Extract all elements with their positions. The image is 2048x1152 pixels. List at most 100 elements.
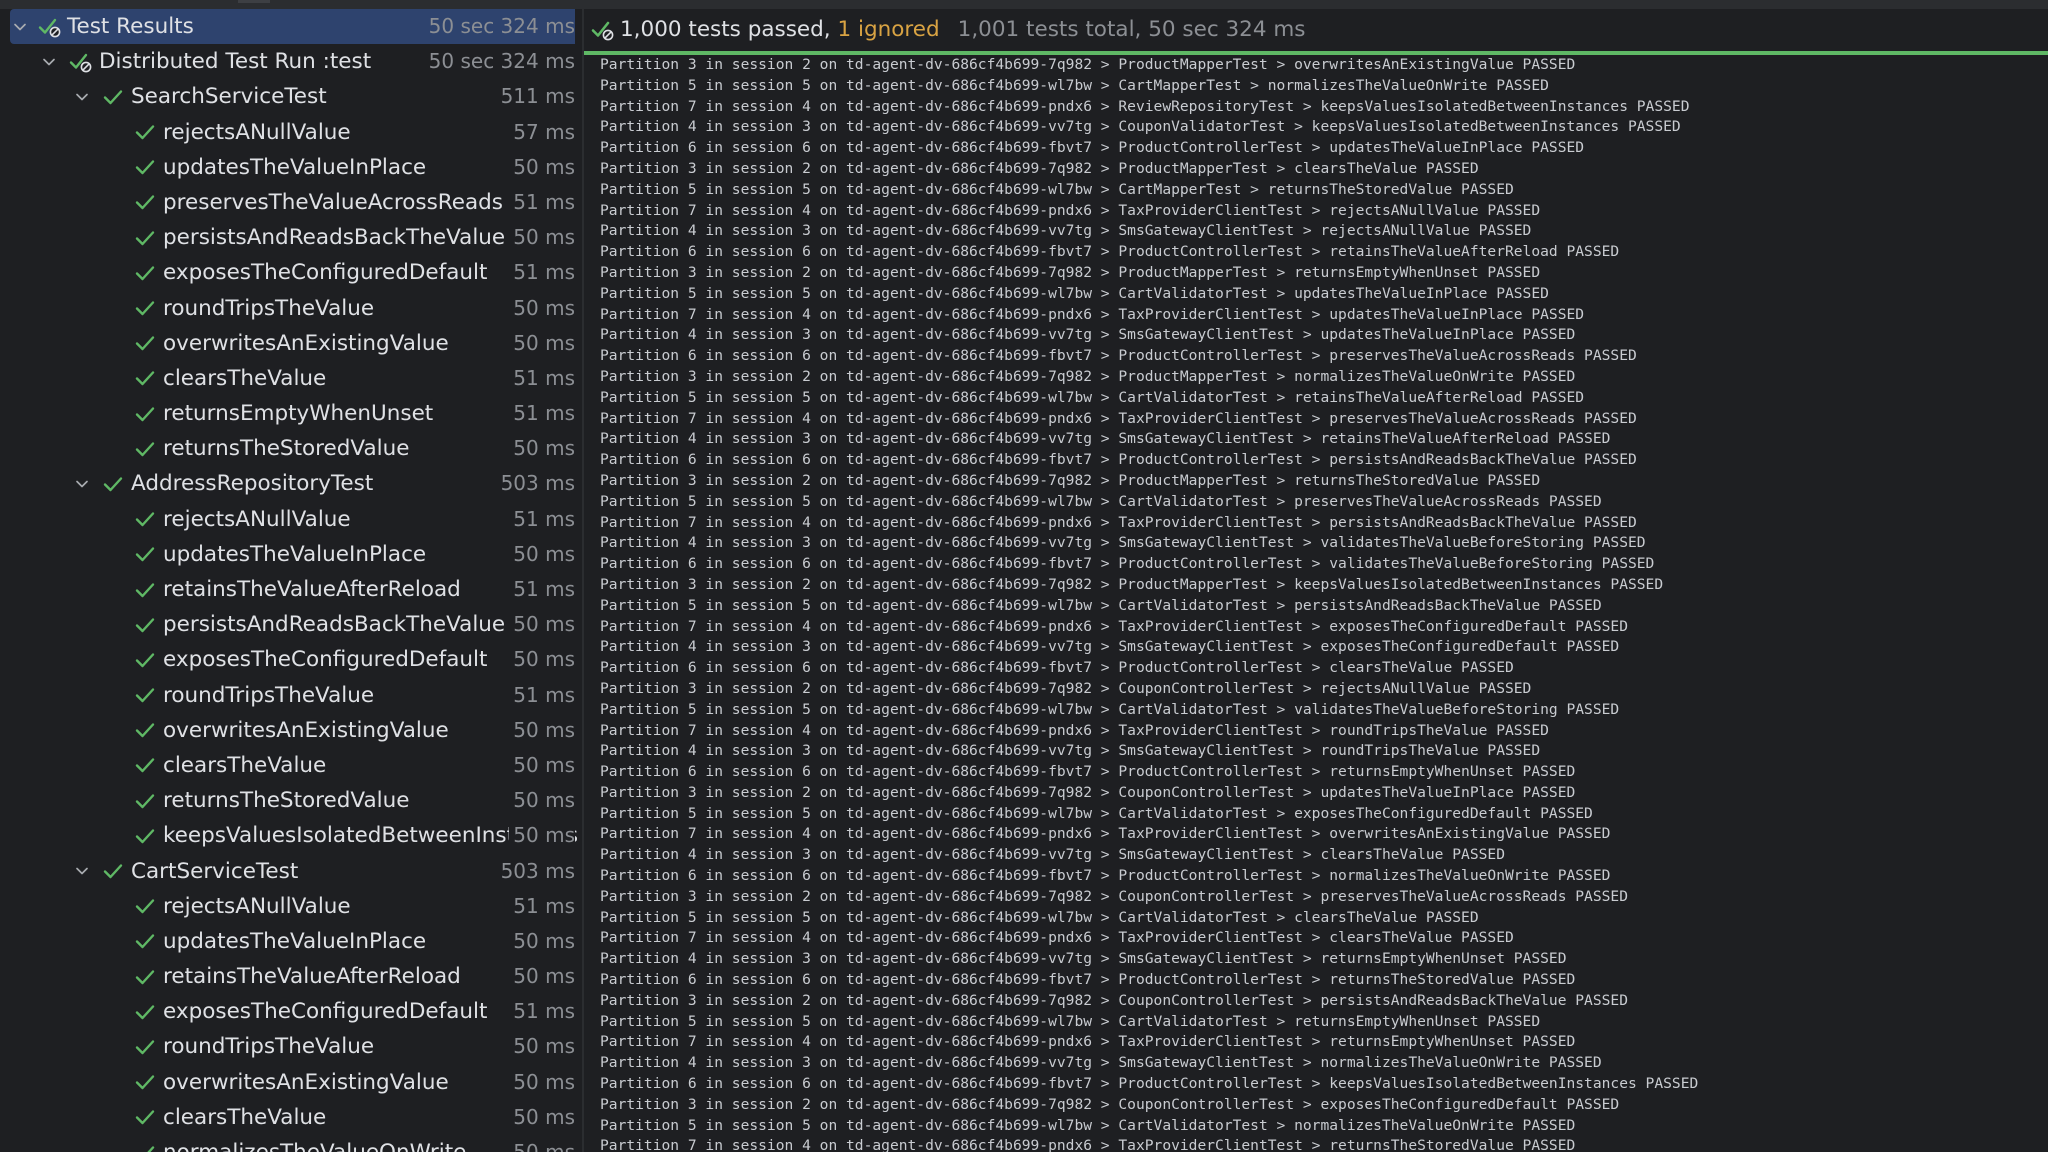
test-method-row[interactable]: clearsTheValue 50 ms <box>0 1099 582 1135</box>
test-method-row[interactable]: persistsAndReadsBackTheValue 50 ms <box>0 607 582 643</box>
test-duration: 51 ms <box>509 677 575 713</box>
test-method-row[interactable]: exposesTheConfiguredDefault 50 ms <box>0 642 582 678</box>
test-name: normalizesTheValueOnWrite <box>163 1135 466 1152</box>
console-line: Partition 4 in session 3 on td-agent-dv-… <box>600 1054 1602 1072</box>
test-class-row[interactable]: CartServiceTest 503 ms <box>0 853 582 889</box>
test-name: clearsTheValue <box>163 365 327 391</box>
tests-passed-count: 1,000 tests passed, <box>620 17 831 42</box>
test-duration: 50 ms <box>509 959 575 995</box>
console-line: Partition 3 in session 2 on td-agent-dv-… <box>600 56 1576 73</box>
test-method-row[interactable]: preservesTheValueAcrossReads 51 ms <box>0 184 582 220</box>
test-method-row[interactable]: updatesTheValueInPlace 50 ms <box>0 149 582 185</box>
test-duration: 50 ms <box>509 1135 575 1152</box>
passed-check-icon <box>132 924 158 959</box>
console-line: Partition 5 in session 5 on td-agent-dv-… <box>600 76 1549 94</box>
test-method-row[interactable]: normalizesTheValueOnWrite 50 ms <box>0 1135 582 1152</box>
test-duration: 50 ms <box>509 149 575 185</box>
test-name: rejectsANullValue <box>163 893 351 919</box>
test-method-row[interactable]: overwritesAnExistingValue 50 ms <box>0 325 582 361</box>
console-line: Partition 4 in session 3 on td-agent-dv-… <box>600 326 1576 344</box>
test-duration: 50 ms <box>509 325 575 361</box>
test-duration: 51 ms <box>509 396 575 432</box>
console-line: Partition 6 in session 6 on td-agent-dv-… <box>600 763 1576 781</box>
test-method-row[interactable]: clearsTheValue 50 ms <box>0 747 582 783</box>
test-method-row[interactable]: rejectsANullValue 57 ms <box>0 114 582 150</box>
test-duration: 50 ms <box>509 536 575 572</box>
test-method-row[interactable]: keepsValuesIsolatedBetweenInstances 50 ms <box>0 818 582 854</box>
test-name: rejectsANullValue <box>163 506 351 532</box>
console-line: Partition 6 in session 6 on td-agent-dv-… <box>600 243 1620 261</box>
console-line: Partition 3 in session 2 on td-agent-dv-… <box>600 679 1532 697</box>
console-line: Partition 7 in session 4 on td-agent-dv-… <box>600 1137 1576 1152</box>
test-method-row[interactable]: rejectsANullValue 51 ms <box>0 501 582 537</box>
test-method-row[interactable]: clearsTheValue 51 ms <box>0 360 582 396</box>
console-line: Partition 3 in session 2 on td-agent-dv-… <box>600 991 1628 1009</box>
passed-check-icon <box>132 642 158 677</box>
test-name: retainsTheValueAfterReload <box>163 964 461 990</box>
test-duration: 50 ms <box>509 818 575 854</box>
test-method-row[interactable]: returnsTheStoredValue 50 ms <box>0 431 582 467</box>
passed-check-icon <box>132 220 158 255</box>
test-duration: 50 ms <box>509 431 575 467</box>
test-method-row[interactable]: roundTripsTheValue 51 ms <box>0 677 582 713</box>
test-method-row[interactable]: returnsTheStoredValue 50 ms <box>0 783 582 819</box>
test-name: returnsEmptyWhenUnset <box>163 401 434 427</box>
passed-check-icon <box>100 466 126 501</box>
test-method-row[interactable]: retainsTheValueAfterReload 51 ms <box>0 572 582 607</box>
test-method-row[interactable]: roundTripsTheValue 50 ms <box>0 290 582 326</box>
console-line: Partition 7 in session 4 on td-agent-dv-… <box>600 201 1541 219</box>
test-duration: 50 ms <box>509 220 575 256</box>
test-class-row[interactable]: SearchServiceTest 511 ms <box>0 79 582 115</box>
test-duration: 503 ms <box>496 466 575 502</box>
test-duration: 50 ms <box>509 1029 575 1065</box>
test-method-row[interactable]: exposesTheConfiguredDefault 51 ms <box>0 994 582 1030</box>
test-method-row[interactable]: returnsEmptyWhenUnset 51 ms <box>0 396 582 432</box>
test-method-row[interactable]: overwritesAnExistingValue 50 ms <box>0 712 582 748</box>
test-name: Distributed Test Run :test <box>99 49 372 75</box>
test-name: updatesTheValueInPlace <box>163 154 427 180</box>
test-method-row[interactable]: persistsAndReadsBackTheValue 50 ms <box>0 220 582 256</box>
console-line: Partition 5 in session 5 on td-agent-dv-… <box>600 908 1479 926</box>
test-name: CartServiceTest <box>131 858 299 884</box>
test-results-tree[interactable]: Test Results 50 sec 324 ms Distributed Tes… <box>0 9 582 1152</box>
console-panel[interactable]: 1,000 tests passed, 1 ignored 1,001 tests… <box>584 9 2048 1152</box>
test-method-row[interactable]: updatesTheValueInPlace 50 ms <box>0 923 582 959</box>
test-suite-row[interactable]: Test Results 50 sec 324 ms <box>8 9 575 45</box>
test-name: exposesTheConfiguredDefault <box>163 999 488 1025</box>
test-method-row[interactable]: roundTripsTheValue 50 ms <box>0 1029 582 1065</box>
test-name: preservesTheValueAcrossReads <box>163 189 503 215</box>
console-line: Partition 6 in session 6 on td-agent-dv-… <box>600 867 1611 885</box>
top-tab-strip <box>0 0 2048 9</box>
passed-check-icon <box>132 115 158 150</box>
console-line: Partition 4 in session 3 on td-agent-dv-… <box>600 846 1505 864</box>
console-line: Partition 5 in session 5 on td-agent-dv-… <box>600 596 1602 614</box>
test-duration: 50 ms <box>509 642 575 678</box>
test-duration: 50 ms <box>509 1099 575 1135</box>
test-suite-row[interactable]: Distributed Test Run :test 50 sec 324 ms <box>0 44 582 80</box>
test-name: clearsTheValue <box>163 752 327 778</box>
passed-check-icon <box>100 79 126 114</box>
test-method-row[interactable]: exposesTheConfiguredDefault 51 ms <box>0 255 582 291</box>
test-method-row[interactable]: updatesTheValueInPlace 50 ms <box>0 536 582 572</box>
test-method-row[interactable]: rejectsANullValue 51 ms <box>0 888 582 924</box>
passed-check-icon <box>132 889 158 924</box>
passed-ignored-icon <box>68 44 94 79</box>
chevron-down-icon[interactable] <box>70 466 94 501</box>
chevron-down-icon[interactable] <box>8 9 32 44</box>
test-duration: 50 ms <box>509 747 575 783</box>
console-line: Partition 6 in session 6 on td-agent-dv-… <box>600 139 1585 157</box>
passed-check-icon <box>100 854 126 889</box>
passed-check-icon <box>132 1029 158 1064</box>
chevron-down-icon[interactable] <box>70 854 94 889</box>
test-class-row[interactable]: AddressRepositoryTest 503 ms <box>0 466 582 502</box>
chevron-down-icon[interactable] <box>70 79 94 114</box>
chevron-down-icon[interactable] <box>37 44 61 79</box>
console-output[interactable]: Partition 3 in session 2 on td-agent-dv-… <box>600 55 2048 1152</box>
test-method-row[interactable]: overwritesAnExistingValue 50 ms <box>0 1064 582 1100</box>
console-line: Partition 7 in session 4 on td-agent-dv-… <box>600 825 1611 843</box>
console-line: Partition 6 in session 6 on td-agent-dv-… <box>600 1075 1699 1093</box>
passed-check-icon <box>132 291 158 326</box>
test-method-row[interactable]: retainsTheValueAfterReload 50 ms <box>0 959 582 995</box>
test-duration: 51 ms <box>509 994 575 1030</box>
console-line: Partition 3 in session 2 on td-agent-dv-… <box>600 783 1576 801</box>
